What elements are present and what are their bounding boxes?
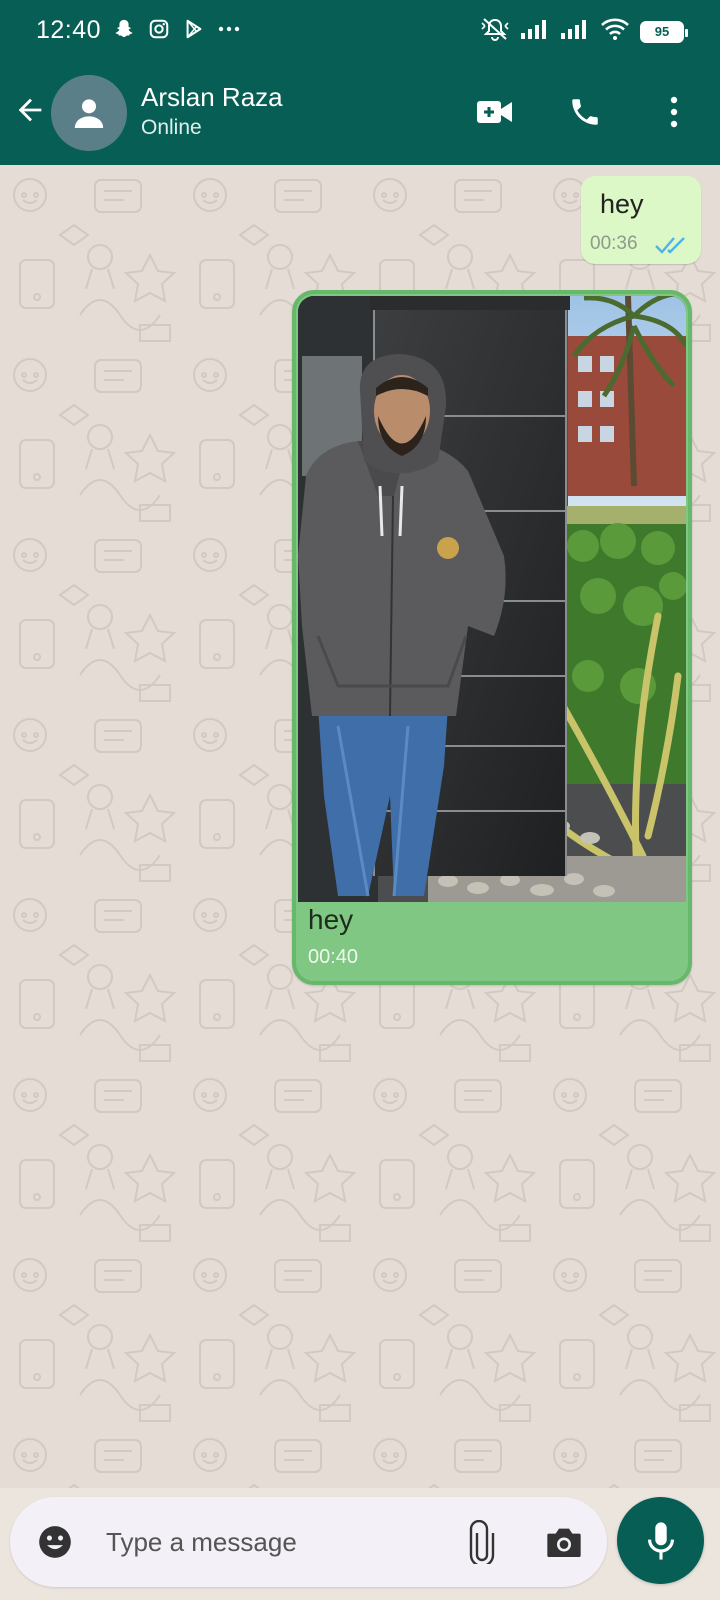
back-arrow-icon[interactable]	[10, 90, 50, 130]
message-text: hey	[600, 189, 644, 219]
camera-icon[interactable]	[542, 1521, 586, 1563]
more-dots-icon	[217, 17, 241, 41]
signal-icon	[520, 18, 550, 45]
message-input[interactable]	[106, 1517, 436, 1567]
more-vert-icon[interactable]	[652, 90, 696, 134]
contact-name[interactable]: Arslan Raza	[141, 82, 283, 113]
snapchat-icon	[112, 17, 136, 41]
image-caption: hey	[308, 904, 354, 935]
message-bubble[interactable]: hey 00:36	[581, 176, 701, 264]
image-message-bubble[interactable]: hey 00:40	[292, 290, 692, 985]
wifi-icon	[600, 17, 630, 46]
chat-header: Arslan Raza Online	[0, 64, 720, 165]
contact-status: Online	[141, 116, 202, 139]
emoji-icon[interactable]	[34, 1521, 76, 1563]
mic-icon[interactable]	[617, 1497, 704, 1584]
double-check-icon	[654, 234, 692, 261]
chat-area[interactable]: hey 00:36 hey 00:40	[0, 165, 720, 1488]
mute-icon	[480, 16, 510, 47]
system-icons: 95	[480, 16, 688, 47]
attach-icon[interactable]	[462, 1519, 502, 1565]
message-time: 00:40	[308, 946, 359, 968]
message-photo[interactable]	[298, 296, 686, 902]
battery-icon: 95	[640, 20, 688, 43]
signal-icon	[560, 18, 590, 45]
avatar-icon	[74, 99, 104, 128]
instagram-icon	[147, 17, 171, 41]
status-time: 12:40	[36, 16, 102, 44]
video-call-icon[interactable]	[473, 90, 517, 134]
notification-icons	[112, 17, 241, 41]
status-bar: 12:40 95	[0, 0, 720, 60]
avatar[interactable]	[51, 75, 127, 151]
message-time: 00:36	[590, 233, 638, 254]
message-composer	[10, 1497, 607, 1587]
play-store-icon	[182, 17, 206, 41]
phone-icon[interactable]	[563, 90, 607, 134]
